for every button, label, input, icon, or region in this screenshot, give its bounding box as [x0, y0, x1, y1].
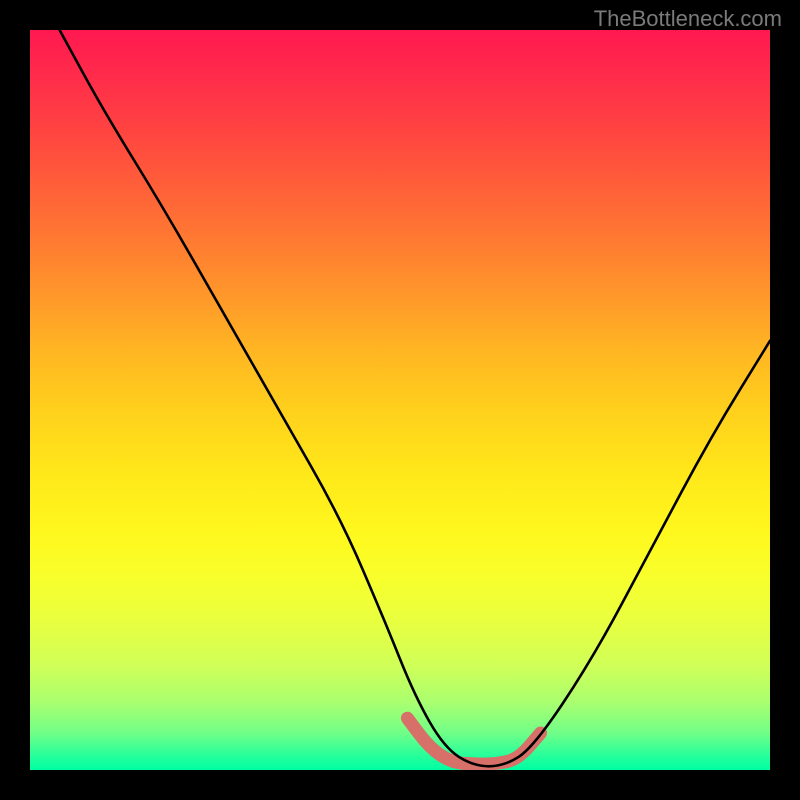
- chart-frame: [30, 30, 770, 770]
- chart-lines: [30, 30, 770, 770]
- watermark-text: TheBottleneck.com: [594, 6, 782, 32]
- main-curve: [60, 30, 770, 766]
- highlight-segment: [407, 718, 540, 764]
